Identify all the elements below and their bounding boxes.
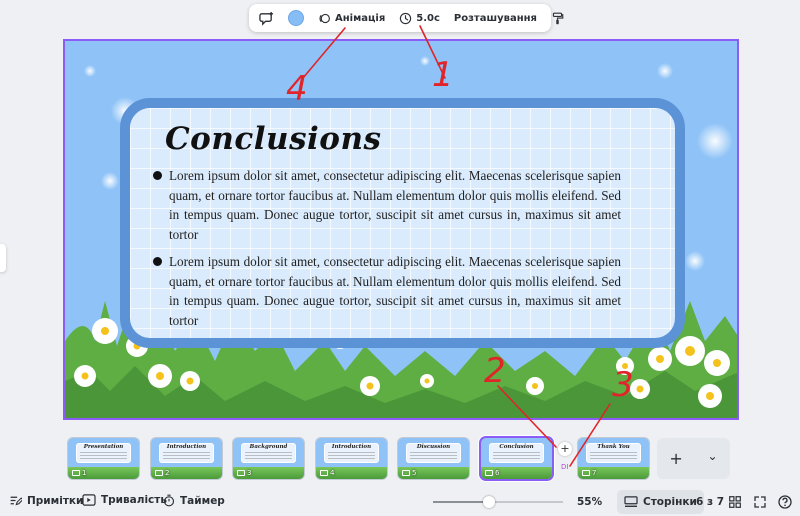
thumbnail-number: 1 xyxy=(72,469,86,477)
annotation-number-1: 1 xyxy=(432,55,454,95)
thumbnail-number-label: 4 xyxy=(330,469,335,477)
thumbnail-number-label: 3 xyxy=(247,469,252,477)
help-icon[interactable] xyxy=(778,495,792,509)
annotation-number-2: 2 xyxy=(484,351,506,391)
paint-roller-icon xyxy=(552,12,564,24)
add-page-button[interactable]: + ⌄ xyxy=(657,438,730,479)
notes-icon xyxy=(10,496,22,506)
thumbnail-number: 6 xyxy=(485,469,499,477)
thumbnail-number: 5 xyxy=(402,469,416,477)
stopwatch-icon xyxy=(163,494,175,507)
page-thumbnail[interactable]: Conclusion 6 xyxy=(481,438,552,479)
thumbnail-text-lines xyxy=(80,452,127,460)
duration-label: 5.0с xyxy=(416,12,440,24)
thumbnail-number-label: 1 xyxy=(82,469,87,477)
thumbnail-title: Conclusion xyxy=(499,444,534,450)
dandelion-seed xyxy=(697,123,733,159)
play-icon xyxy=(82,494,96,506)
timer-label: Таймер xyxy=(180,494,225,507)
dandelion-seed xyxy=(657,63,673,79)
thumbnail-text-lines xyxy=(245,452,292,460)
thumbnail-title: Introduction xyxy=(331,444,372,450)
dandelion-seed xyxy=(84,65,96,77)
animation-icon xyxy=(319,13,330,23)
annotation-number-3: 3 xyxy=(612,365,634,405)
plus-icon[interactable]: + xyxy=(669,449,682,468)
notes-button[interactable]: Примітки xyxy=(9,494,83,507)
thumbnail-text-lines xyxy=(493,452,540,460)
duration-button[interactable]: 5.0с xyxy=(395,7,444,29)
thumbnail-number: 7 xyxy=(582,469,596,477)
color-swatch xyxy=(288,10,304,26)
grid-view-icon[interactable] xyxy=(729,496,741,508)
comment-icon xyxy=(582,470,590,476)
thumbnail-number-label: 6 xyxy=(495,469,500,477)
comment-icon xyxy=(72,470,80,476)
dandelion-seed xyxy=(101,172,119,190)
copy-style-button[interactable] xyxy=(547,7,568,29)
thumbnail-title: Presentation xyxy=(83,444,124,450)
zoom-slider-fill xyxy=(433,501,489,503)
element-toolbar: Анімація 5.0с Розташування xyxy=(249,4,564,32)
thumbnail-number: 4 xyxy=(320,469,334,477)
dandelion-seed xyxy=(685,251,705,271)
comment-icon xyxy=(155,470,163,476)
slide-title[interactable]: Conclusions xyxy=(165,121,381,157)
page-thumbnail[interactable]: Discussion 5 xyxy=(398,438,469,479)
fullscreen-icon[interactable] xyxy=(754,496,766,508)
annotation-number-4: 4 xyxy=(286,69,308,109)
page-thumbnail[interactable]: Thank You 7 xyxy=(578,438,649,479)
bullet-text[interactable]: Lorem ipsum dolor sit amet, consectetur … xyxy=(153,252,621,330)
animation-label: Анімація xyxy=(335,12,386,24)
clock-icon xyxy=(400,12,412,24)
pages-label: Сторінки xyxy=(643,496,697,508)
page-counter: 6 з 7 xyxy=(696,496,725,508)
zoom-slider-handle[interactable] xyxy=(482,496,495,508)
thumbnail-text-lines xyxy=(163,452,210,460)
thumbnail-number-label: 7 xyxy=(592,469,597,477)
comment-icon xyxy=(402,470,410,476)
add-comment-button[interactable] xyxy=(255,7,278,29)
add-page-between-button[interactable]: + xyxy=(558,442,572,456)
comment-icon xyxy=(485,470,493,476)
thumbnail-number-label: 5 xyxy=(412,469,417,477)
position-button[interactable]: Розташування xyxy=(450,7,541,29)
pages-icon xyxy=(624,496,638,507)
thumbnail-title: Introduction xyxy=(166,444,207,450)
pages-view-button[interactable]: Сторінки xyxy=(617,490,704,514)
comment-icon xyxy=(237,470,245,476)
side-panel-toggle[interactable] xyxy=(0,244,6,272)
page-thumbnail[interactable]: Introduction 4 xyxy=(316,438,387,479)
thumbnail-title: Background xyxy=(249,444,288,450)
thumbnail-text-lines xyxy=(328,452,375,460)
zoom-value[interactable]: 55% xyxy=(577,496,602,508)
thumbnail-number-label: 2 xyxy=(165,469,170,477)
timer-button[interactable]: Таймер xyxy=(163,494,225,507)
page-thumbnail[interactable]: Presentation 1 xyxy=(68,438,139,479)
thumbnail-number: 2 xyxy=(155,469,169,477)
thumbnail-title: Thank You xyxy=(597,444,630,450)
bottom-bar: Примітки Тривалість Таймер 55% Сторінки … xyxy=(0,488,800,516)
comment-icon xyxy=(320,470,328,476)
duration-panel-label: Тривалість xyxy=(101,494,168,506)
thumbnail-text-lines xyxy=(410,452,457,460)
color-button[interactable] xyxy=(284,7,308,29)
comment-plus-icon xyxy=(259,11,274,26)
transition-marker[interactable]: DI xyxy=(561,463,568,471)
slide-canvas[interactable]: Conclusions Lorem ipsum dolor sit amet, … xyxy=(63,39,739,420)
thumbnail-text-lines xyxy=(590,452,637,460)
animation-button[interactable]: Анімація xyxy=(314,7,389,29)
page-thumbnail[interactable]: Background 3 xyxy=(233,438,304,479)
thumbnail-title: Discussion xyxy=(416,444,451,450)
bullet-text[interactable]: Lorem ipsum dolor sit amet, consectetur … xyxy=(153,166,621,244)
duration-panel-button[interactable]: Тривалість xyxy=(82,494,167,506)
thumbnail-number: 3 xyxy=(237,469,251,477)
position-label: Розташування xyxy=(453,12,537,24)
notes-label: Примітки xyxy=(27,494,84,507)
dandelion-seed xyxy=(420,56,430,66)
chevron-down-icon[interactable]: ⌄ xyxy=(708,449,718,463)
page-thumbnail[interactable]: Introduction 2 xyxy=(151,438,222,479)
